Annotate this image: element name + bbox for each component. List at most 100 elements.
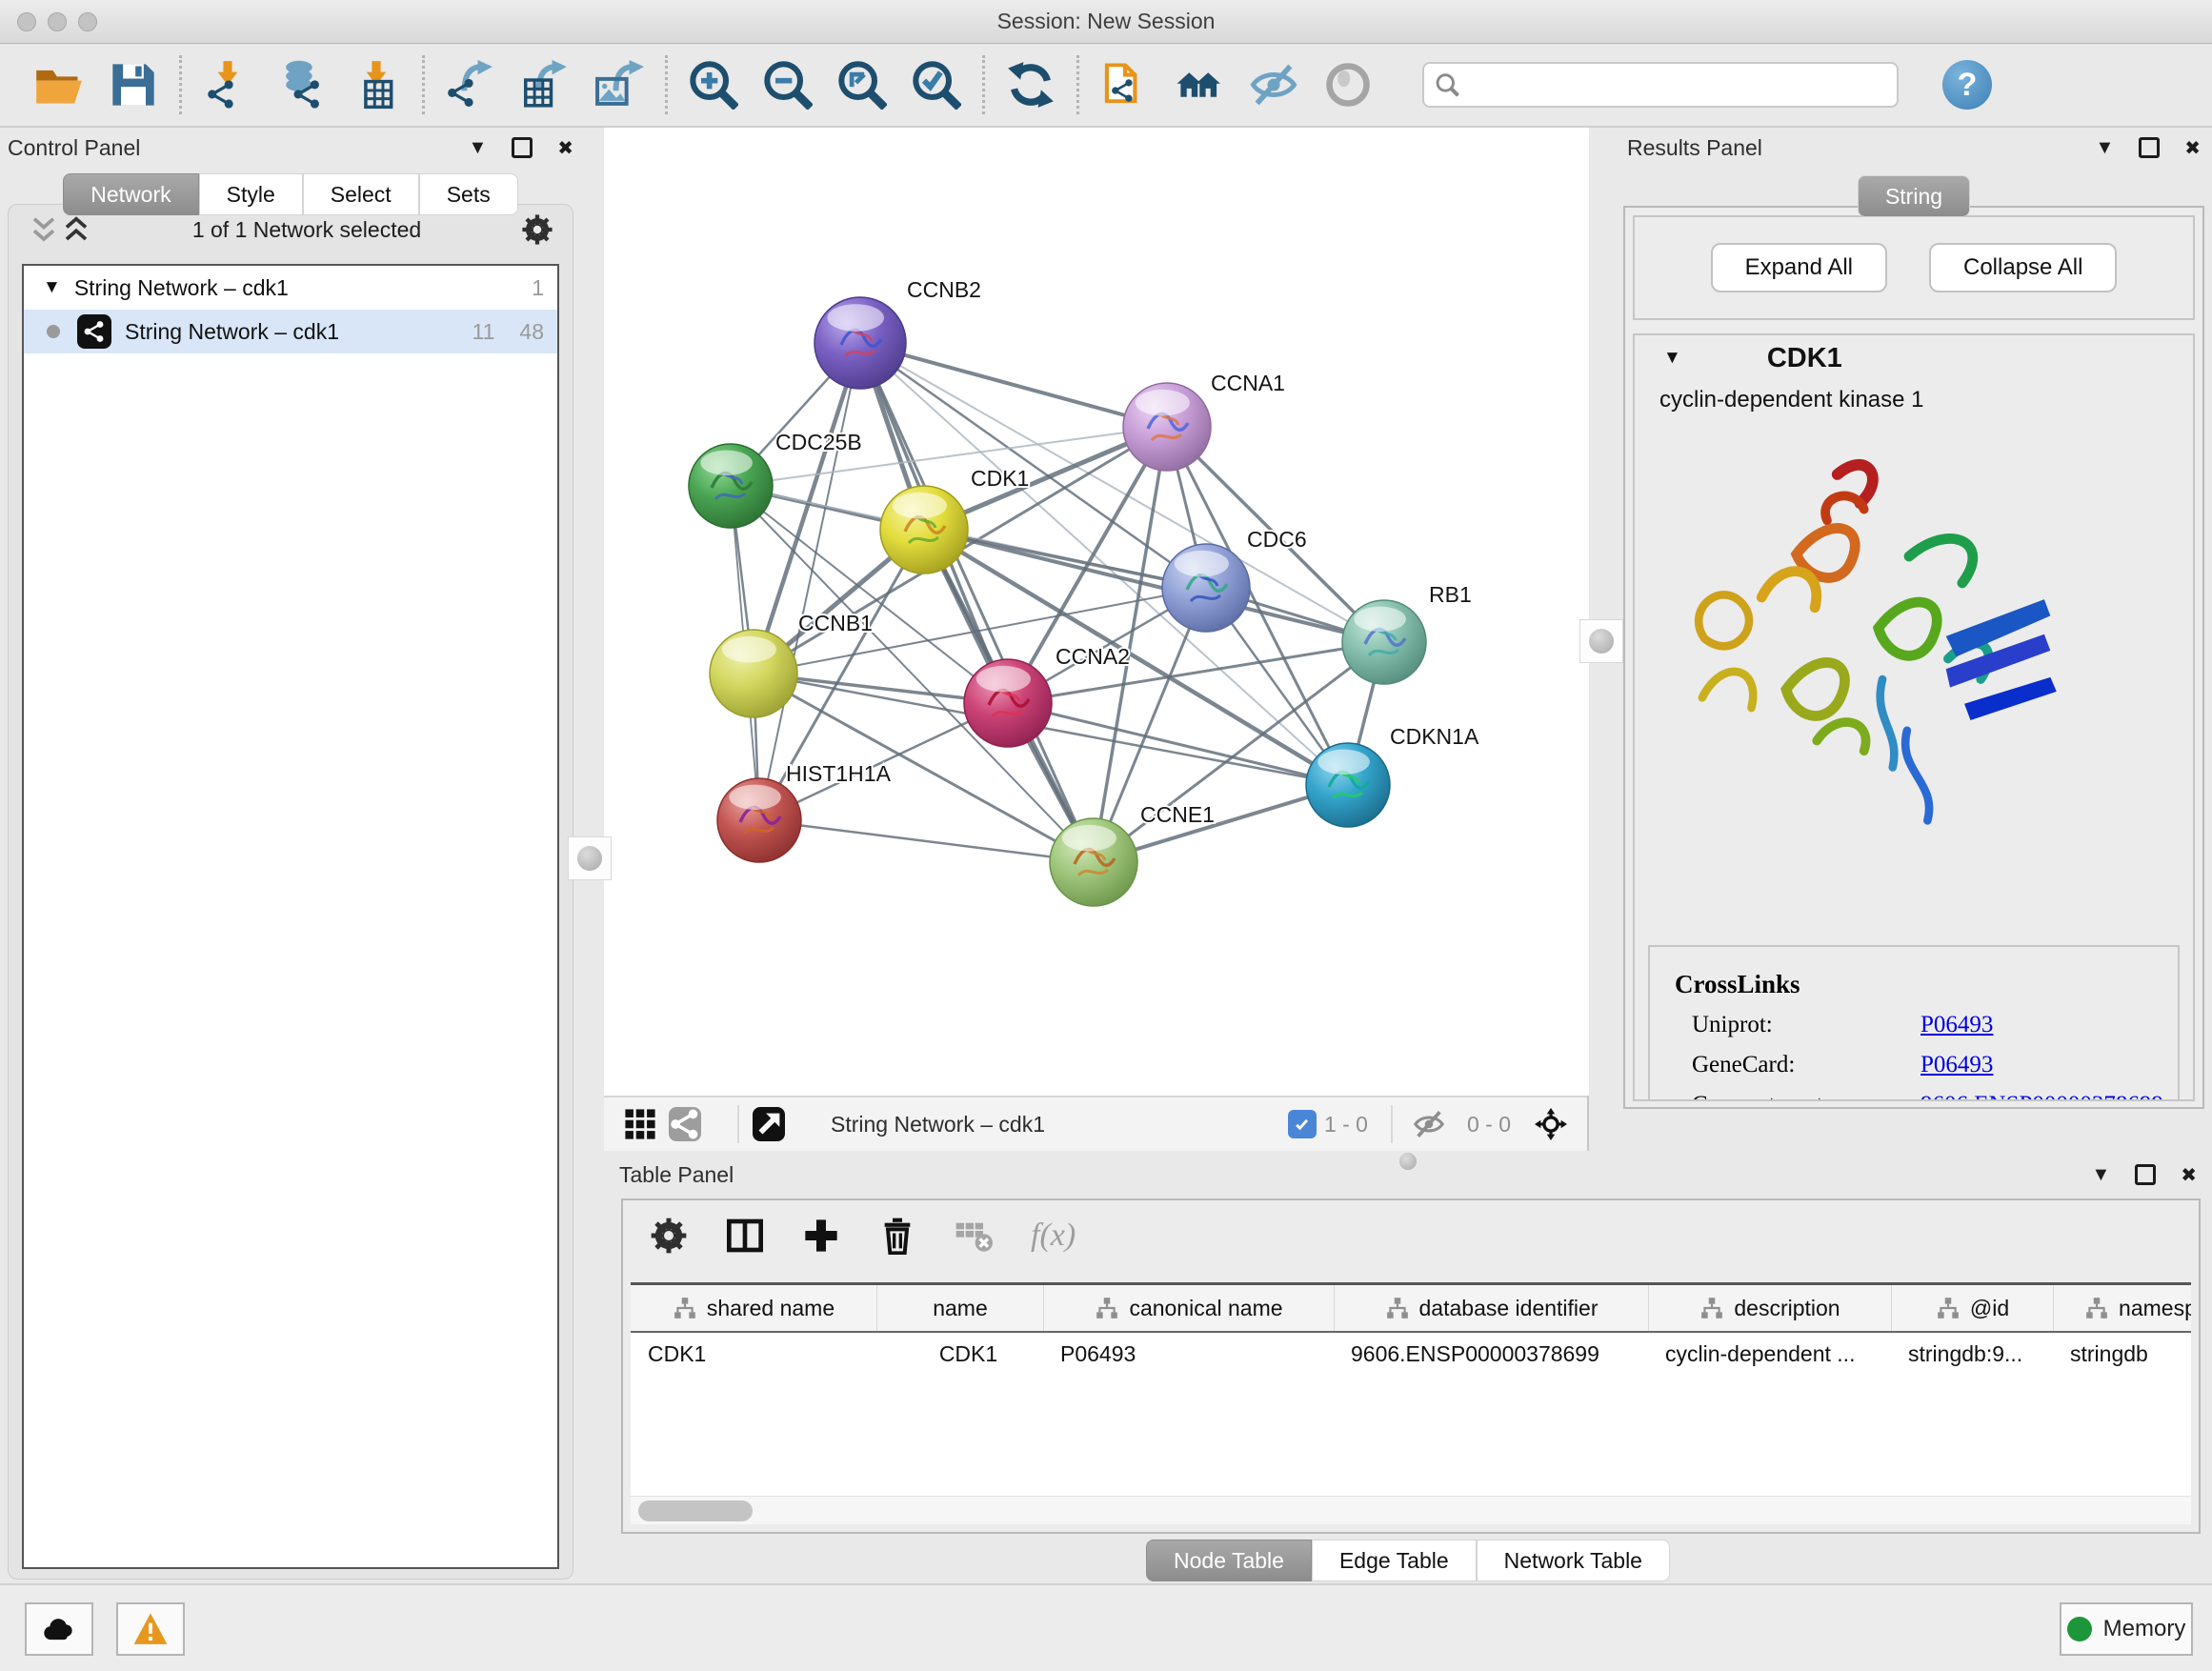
expand-all-button[interactable]: Expand All [1711,243,1887,292]
import-table-icon[interactable] [352,60,401,110]
svg-text:CCNB1: CCNB1 [798,611,873,635]
show-columns-icon[interactable] [726,1217,764,1255]
tab-network-table[interactable]: Network Table [1477,1540,1670,1581]
tree-icon [1936,1296,1961,1320]
homology-homes-icon[interactable] [1175,60,1224,110]
refresh-layout-icon[interactable] [1006,60,1056,110]
hidden-counts: 0 - 0 [1467,1112,1511,1137]
network-graph[interactable]: CCNB2CCNA1CDC25BCDK1CDC6RB1CCNB1CCNA2CDK… [604,128,1589,1096]
expand-all-icon[interactable] [60,215,92,244]
left-splitter-grip[interactable] [568,836,612,880]
tab-style[interactable]: Style [199,173,303,215]
control-panel-menu-icon[interactable]: ▼ [468,137,487,159]
results-panel-menu-icon[interactable]: ▼ [2095,137,2114,159]
svg-text:CDK1: CDK1 [971,466,1029,491]
open-in-window-icon[interactable] [754,1103,796,1145]
zoom-in-icon[interactable] [689,60,738,110]
help-button[interactable]: ? [1942,60,1992,110]
results-panel-close-icon[interactable]: ✖ [2184,136,2201,160]
export-network-icon[interactable] [446,60,495,110]
fit-content-crosshair-icon[interactable] [1530,1103,1572,1145]
network-view-title: String Network – cdk1 [831,1112,1045,1137]
open-session-icon[interactable] [34,60,84,110]
network-node-count: 11 [473,319,495,345]
network-state-dot [47,325,60,338]
tab-string[interactable]: String [1858,175,1970,217]
zoom-out-icon[interactable] [763,60,813,110]
results-panel-float-icon[interactable] [2139,137,2160,158]
collection-expand-icon[interactable]: ▼ [43,277,61,298]
tree-icon [1699,1296,1724,1320]
memory-button[interactable]: Memory [2060,1602,2193,1656]
tab-edge-table[interactable]: Edge Table [1312,1540,1477,1581]
crosslink-label: Compartments: [1692,1092,1920,1101]
cytoscape-window: Session: New Session [0,0,2212,1671]
search-field[interactable] [1422,62,1899,108]
network-edge-count: 48 [519,319,544,345]
svg-text:CCNB2: CCNB2 [907,277,981,302]
network-name: String Network – cdk1 [125,319,339,345]
tab-node-table[interactable]: Node Table [1146,1540,1312,1581]
scrollbar-thumb[interactable] [638,1500,753,1521]
table-row[interactable]: CDK1 CDK1 P06493 9606.ENSP00000378699 cy… [631,1333,2191,1375]
table-panel-menu-icon[interactable]: ▼ [2091,1164,2110,1186]
tab-sets[interactable]: Sets [419,173,518,215]
table-panel-float-icon[interactable] [2135,1164,2156,1185]
tab-select[interactable]: Select [303,173,419,215]
column-header-name[interactable]: name [876,1285,1043,1331]
zoom-selected-icon[interactable] [912,60,961,110]
right-splitter-grip[interactable] [1579,619,1623,663]
control-panel-close-icon[interactable]: ✖ [557,136,573,160]
delete-column-trash-icon[interactable] [878,1217,916,1255]
collection-count: 1 [532,275,544,301]
warnings-button[interactable] [116,1602,185,1656]
export-table-icon[interactable] [520,60,570,110]
cloud-status-button[interactable] [25,1602,93,1656]
network-share-icon[interactable] [671,1103,713,1145]
network-canvas[interactable]: CCNB2CCNA1CDC25BCDK1CDC6RB1CCNB1CCNA2CDK… [604,128,1589,1096]
column-header-description[interactable]: description [1648,1285,1891,1331]
string-document-icon[interactable] [1100,60,1150,110]
column-header-database-identifier[interactable]: database identifier [1334,1285,1648,1331]
table-options-gear-icon[interactable] [650,1217,688,1255]
viewer-orb-icon[interactable] [1323,60,1373,110]
network-collection-row[interactable]: ▼ String Network – cdk1 1 [24,266,557,310]
selected-checkbox-icon[interactable] [1288,1110,1317,1138]
table-panel-close-icon[interactable]: ✖ [2181,1163,2197,1187]
memory-label: Memory [2103,1616,2186,1642]
crosslink-label: GeneCard: [1692,1052,1920,1078]
svg-text:CCNE1: CCNE1 [1140,802,1215,827]
svg-text:CCNA1: CCNA1 [1211,371,1285,395]
network-row-selected[interactable]: String Network – cdk1 11 48 [24,310,557,353]
collapse-all-button[interactable]: Collapse All [1929,243,2117,292]
network-selected-status: 1 of 1 Network selected [92,217,521,243]
compartments-link[interactable]: 9606.ENSP00000378699 [1920,1092,2163,1101]
zoom-fit-icon[interactable] [837,60,887,110]
import-network-database-icon[interactable] [277,60,327,110]
column-header-namespace[interactable]: namespace [2053,1285,2191,1331]
birdseye-grid-icon[interactable] [619,1103,661,1145]
horizontal-scrollbar[interactable] [631,1496,2191,1524]
column-header-id[interactable]: @id [1891,1285,2053,1331]
import-network-file-icon[interactable] [203,60,252,110]
uniprot-link[interactable]: P06493 [1920,1012,1993,1038]
column-header-canonical-name[interactable]: canonical name [1043,1285,1334,1331]
table-panel: Table Panel ▼ ✖ f(x) shared name [610,1158,2206,1583]
genecard-link[interactable]: P06493 [1920,1052,1993,1078]
search-input[interactable] [1459,72,1885,97]
collapse-all-icon[interactable] [28,215,60,244]
gene-collapse-icon[interactable]: ▼ [1663,348,1681,369]
tab-network[interactable]: Network [63,173,198,215]
enrichment-eye-icon[interactable] [1249,60,1298,110]
main-toolbar: ? [0,44,2212,128]
crosslink-label: Uniprot: [1692,1012,1920,1038]
control-panel-float-icon[interactable] [512,137,533,158]
hidden-eye-icon[interactable] [1408,1103,1450,1145]
network-list: ▼ String Network – cdk1 1 String Network… [22,264,559,1569]
save-session-icon[interactable] [109,60,158,110]
network-options-gear-icon[interactable] [521,213,553,246]
table-header-row[interactable]: shared name name canonical name database… [631,1285,2191,1333]
add-column-icon[interactable] [802,1217,840,1255]
column-header-shared-name[interactable]: shared name [631,1285,876,1331]
export-image-icon[interactable] [594,60,644,110]
